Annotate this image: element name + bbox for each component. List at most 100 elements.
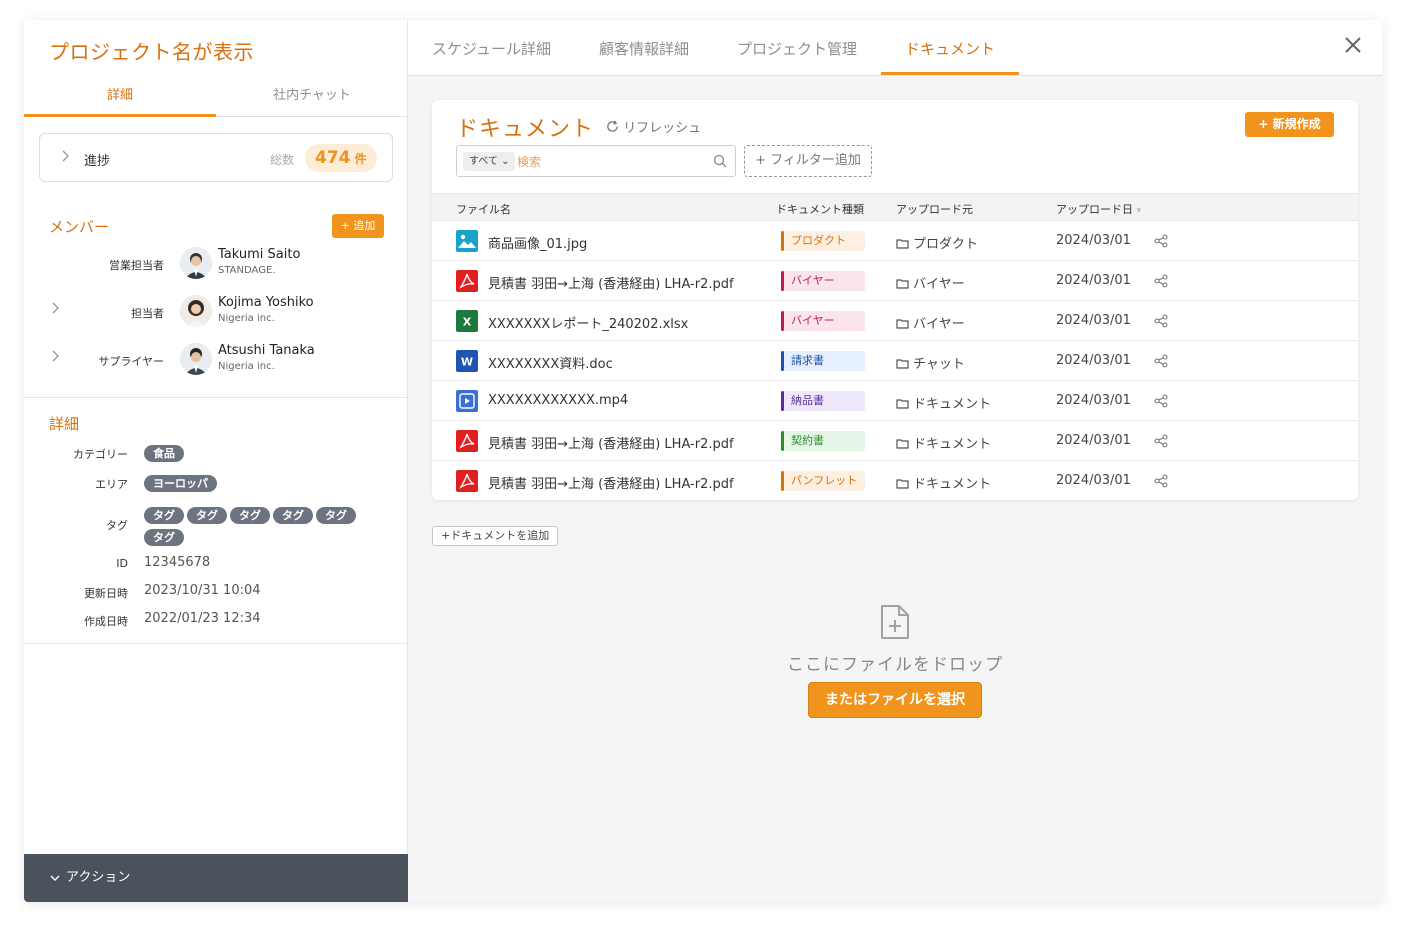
file-name[interactable]: XXXXXXXレポート_240202.xlsx xyxy=(488,313,688,332)
close-icon[interactable] xyxy=(1344,36,1362,59)
folder-icon xyxy=(896,317,913,332)
svg-text:X: X xyxy=(463,316,472,329)
detail-value: 2022/01/23 12:34 xyxy=(144,611,261,626)
column-header[interactable]: ファイル名 xyxy=(456,201,511,217)
drop-zone-text: ここにファイルをドロップ xyxy=(787,655,1003,675)
add-member-button[interactable]: + 追加 xyxy=(332,214,384,238)
tab-project-management[interactable]: プロジェクト管理 xyxy=(737,38,857,59)
document-type-badge: 請求書 xyxy=(781,351,865,371)
tab-documents[interactable]: ドキュメント xyxy=(905,38,995,59)
share-icon[interactable] xyxy=(1154,393,1170,409)
tab-customer[interactable]: 顧客情報詳細 xyxy=(599,38,689,59)
sort-icon[interactable]: ▾ xyxy=(1137,206,1142,216)
project-modal: プロジェクト名が表示 詳細 社内チャット 進捗 総数 474 件 メンバー + 追… xyxy=(24,20,1382,902)
upload-source: チャット xyxy=(896,353,965,372)
table-header: ファイル名 ドキュメント種類 アップロード元 アップロード日 ▾ xyxy=(432,193,1358,221)
member-role: 担当者 xyxy=(131,307,164,320)
avatar xyxy=(180,343,212,375)
upload-source: バイヤー xyxy=(896,273,965,292)
total-label: 総数 xyxy=(270,153,295,167)
upload-source-label: ドキュメント xyxy=(913,437,992,452)
document-type-badge: バイヤー xyxy=(781,311,865,331)
share-icon[interactable] xyxy=(1154,233,1170,249)
left-tabs: 詳細 社内チャット xyxy=(24,82,408,117)
progress-summary[interactable]: 進捗 総数 474 件 xyxy=(39,133,393,182)
table-row[interactable]: XXXXXXXXXXXX.mp4 納品書 ドキュメント 2024/03/01 xyxy=(432,381,1358,421)
upload-source: ドキュメント xyxy=(896,393,991,412)
project-title: プロジェクト名が表示 xyxy=(49,40,254,64)
tab-internal-chat[interactable]: 社内チャット xyxy=(216,82,408,116)
search-box: すべて ⌄ xyxy=(456,145,736,177)
upload-date: 2024/03/01 xyxy=(1056,273,1131,288)
upload-source: プロダクト xyxy=(896,233,978,252)
file-name[interactable]: XXXXXXXX資料.doc xyxy=(488,353,613,372)
member-item[interactable]: 営業担当者 Takumi Saito STANDAGE. xyxy=(24,244,408,284)
select-file-button[interactable]: またはファイルを選択 xyxy=(808,682,982,718)
table-row[interactable]: W XXXXXXXX資料.doc 請求書 チャット 2024/03/01 xyxy=(432,341,1358,381)
table-row[interactable]: 見積書 羽田→上海 (香港経由) LHA-r2.pdf バイヤー バイヤー 2024/… xyxy=(432,261,1358,301)
share-icon[interactable] xyxy=(1154,433,1170,449)
folder-icon xyxy=(896,357,913,372)
column-header-label: アップロード日 xyxy=(1056,203,1133,216)
search-scope-select[interactable]: すべて ⌄ xyxy=(463,152,516,171)
progress-unit: 件 xyxy=(354,152,367,166)
file-name[interactable]: 商品画像_01.jpg xyxy=(488,233,587,252)
share-icon[interactable] xyxy=(1154,473,1170,489)
add-file-icon xyxy=(879,604,911,640)
search-input[interactable] xyxy=(517,152,707,172)
tab-schedule[interactable]: スケジュール詳細 xyxy=(432,38,551,59)
table-row[interactable]: 商品画像_01.jpg プロダクト プロダクト 2024/03/01 xyxy=(432,221,1358,261)
category-chip: 食品 xyxy=(144,445,184,462)
file-name[interactable]: 見積書 羽田→上海 (香港経由) LHA-r2.pdf xyxy=(488,273,734,292)
add-document-button[interactable]: +ドキュメントを追加 xyxy=(432,526,559,546)
tab-details[interactable]: 詳細 xyxy=(24,82,216,117)
documents-card: ドキュメント リフレッシュ + 新規作成 すべて ⌄ + フィルター追加 ファイ… xyxy=(432,100,1358,500)
member-name: Atsushi Tanaka xyxy=(218,343,315,358)
pdf-file-icon xyxy=(456,470,478,492)
action-bar[interactable]: アクション xyxy=(24,854,408,902)
upload-date: 2024/03/01 xyxy=(1056,433,1131,448)
search-icon[interactable] xyxy=(713,153,729,169)
progress-count-badge: 474 件 xyxy=(305,144,377,172)
word-file-icon: W xyxy=(456,350,478,372)
document-type-badge: プロダクト xyxy=(781,231,865,251)
refresh-icon xyxy=(606,120,619,136)
detail-label: タグ xyxy=(106,519,128,532)
tag-list: タグ タグ タグ タグ タグタグ xyxy=(144,505,374,549)
share-icon[interactable] xyxy=(1154,353,1170,369)
detail-value: 12345678 xyxy=(144,555,211,570)
member-org: STANDAGE. xyxy=(218,265,276,276)
table-row[interactable]: 見積書 羽田→上海 (香港経由) LHA-r2.pdf 契約書 ドキュメント 2024… xyxy=(432,421,1358,461)
progress-label: 進捗 xyxy=(84,154,111,169)
new-document-button[interactable]: + 新規作成 xyxy=(1245,112,1334,137)
share-icon[interactable] xyxy=(1154,273,1170,289)
folder-icon xyxy=(896,397,913,412)
upload-date: 2024/03/01 xyxy=(1056,233,1131,248)
area-chip: ヨーロッパ xyxy=(144,475,217,492)
refresh-button[interactable]: リフレッシュ xyxy=(606,117,701,136)
column-header[interactable]: ドキュメント種類 xyxy=(776,201,864,217)
member-item[interactable]: サプライヤー Atsushi Tanaka Nigeria inc. xyxy=(24,340,408,380)
member-org: Nigeria inc. xyxy=(218,313,275,324)
document-type-badge: 納品書 xyxy=(781,391,865,411)
add-filter-button[interactable]: + フィルター追加 xyxy=(744,145,872,177)
member-role: サプライヤー xyxy=(98,355,164,368)
folder-icon xyxy=(896,477,913,492)
folder-icon xyxy=(896,277,913,292)
column-header[interactable]: アップロード日 ▾ xyxy=(1056,201,1141,217)
member-item[interactable]: 担当者 Kojima Yoshiko Nigeria inc. xyxy=(24,292,408,332)
table-row[interactable]: X XXXXXXXレポート_240202.xlsx バイヤー バイヤー 2024/03/… xyxy=(432,301,1358,341)
share-icon[interactable] xyxy=(1154,313,1170,329)
table-row[interactable]: 見積書 羽田→上海 (香港経由) LHA-r2.pdf パンフレット ドキュメント 2… xyxy=(432,461,1358,501)
file-name[interactable]: XXXXXXXXXXXX.mp4 xyxy=(488,393,628,408)
tag-chip: タグ xyxy=(144,529,184,546)
upload-source-label: バイヤー xyxy=(913,317,965,332)
chevron-right-icon[interactable] xyxy=(52,302,60,318)
file-name[interactable]: 見積書 羽田→上海 (香港経由) LHA-r2.pdf xyxy=(488,433,734,452)
chevron-right-icon[interactable] xyxy=(52,350,60,366)
column-header[interactable]: アップロード元 xyxy=(896,201,973,217)
pdf-file-icon xyxy=(456,270,478,292)
file-name[interactable]: 見積書 羽田→上海 (香港経由) LHA-r2.pdf xyxy=(488,473,734,492)
detail-label: 作成日時 xyxy=(84,615,128,628)
tag-chip: タグ xyxy=(273,507,313,524)
